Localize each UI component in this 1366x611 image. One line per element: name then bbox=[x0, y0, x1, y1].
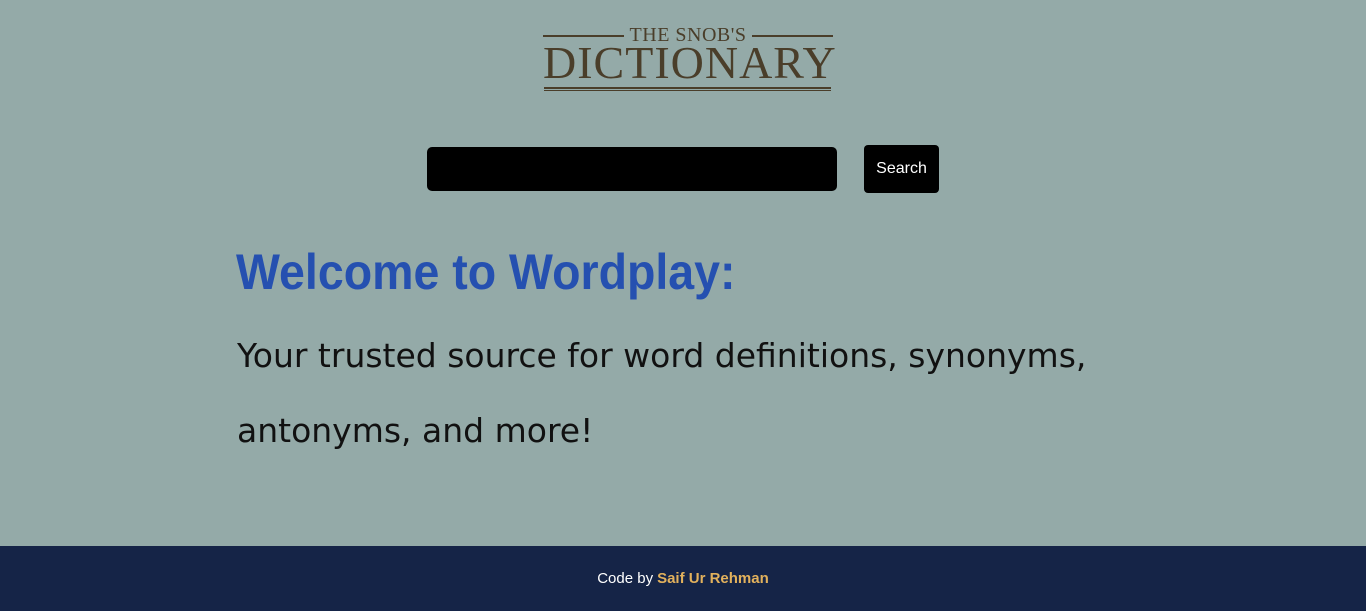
footer: Code by Saif Ur Rehman bbox=[0, 546, 1366, 611]
site-logo: THE SNOB'S DICTIONARY bbox=[543, 24, 837, 94]
logo-main-text: DICTIONARY bbox=[543, 37, 837, 88]
author-link[interactable]: Saif Ur Rehman bbox=[657, 570, 769, 587]
logo-underline bbox=[544, 87, 831, 91]
tagline-text: Your trusted source for word definitions… bbox=[237, 336, 1087, 450]
search-button[interactable]: Search bbox=[864, 145, 939, 193]
search-input[interactable] bbox=[427, 147, 837, 191]
footer-credit-prefix: Code by bbox=[597, 570, 654, 587]
welcome-heading: Welcome to Wordplay: bbox=[236, 244, 736, 300]
